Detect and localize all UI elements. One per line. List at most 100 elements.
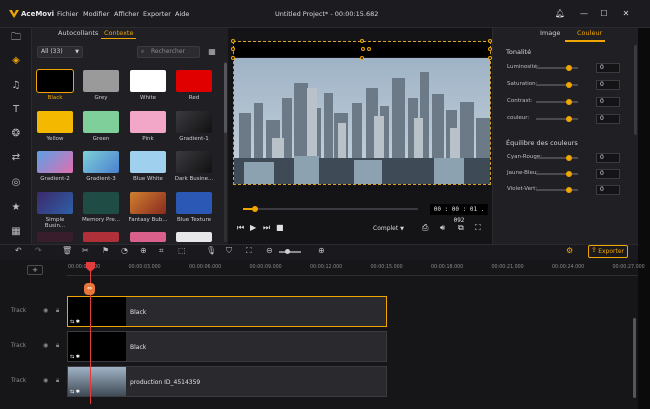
adjust-value-field[interactable]: 0	[596, 63, 620, 73]
menu-fichier[interactable]: Fichier	[57, 10, 78, 18]
background-tile[interactable]	[37, 111, 73, 133]
picture-in-picture-icon[interactable]: ⧉	[458, 223, 464, 233]
timeline-clip[interactable]: ⇆ ✱ Black	[67, 331, 387, 362]
playback-progress-track[interactable]	[243, 208, 418, 210]
category-filter-dropdown[interactable]: All (33) ▼	[37, 46, 83, 58]
volume-icon[interactable]: 🔊︎	[440, 223, 445, 233]
zoom-slider-track[interactable]	[279, 251, 301, 253]
background-tile-partial[interactable]	[37, 232, 73, 242]
freeze-icon[interactable]: ⬚	[178, 246, 186, 255]
microphone-icon[interactable]: 🎙︎	[206, 246, 216, 255]
effects-icon[interactable]: ◎	[6, 174, 26, 192]
background-tile[interactable]	[176, 151, 212, 173]
background-tile[interactable]	[37, 192, 73, 214]
marker-icon[interactable]: ⚑	[102, 246, 109, 255]
timeline-scrollbar[interactable]	[633, 318, 636, 398]
crop-handle-center-a[interactable]	[361, 47, 365, 51]
crop-selection-box[interactable]	[233, 41, 491, 185]
layers-icon[interactable]: ◈	[6, 52, 26, 70]
notification-bell-icon[interactable]: 🔔︎	[554, 8, 566, 20]
crop-icon[interactable]: ⌗	[159, 246, 164, 256]
redo-icon[interactable]: ↷	[35, 246, 42, 255]
background-tile[interactable]	[36, 69, 74, 93]
maximize-button[interactable]: ☐	[598, 8, 610, 20]
shield-icon[interactable]: ⛉	[226, 246, 232, 256]
search-input[interactable]: ⌕ Rechercher	[137, 46, 200, 58]
adjust-value-field[interactable]: 0	[596, 114, 620, 124]
zoom-in-icon[interactable]: ⊕	[318, 246, 325, 255]
filters-icon[interactable]: ❂	[6, 125, 26, 143]
adjust-value-field[interactable]: 0	[596, 169, 620, 179]
crop-handle-bottom[interactable]	[360, 56, 364, 60]
track-visibility-icon[interactable]: ◉	[43, 342, 48, 349]
menu-afficher[interactable]: Afficher	[114, 10, 139, 18]
split-icon[interactable]: ✂	[82, 246, 89, 255]
adjust-slider-knob[interactable]	[566, 82, 572, 88]
crop-handle-left[interactable]	[231, 47, 235, 51]
delete-icon[interactable]: 🗑︎	[62, 246, 72, 255]
adjust-slider-knob[interactable]	[566, 65, 572, 71]
fullscreen-icon[interactable]: ⛶	[475, 223, 481, 233]
zoom-out-icon[interactable]: ⊖	[266, 246, 273, 255]
background-tile[interactable]	[83, 70, 119, 92]
background-tile[interactable]	[83, 192, 119, 214]
zoom-fit-icon[interactable]: ⛶	[246, 246, 252, 256]
background-tile[interactable]	[83, 151, 119, 173]
preview-quality-dropdown[interactable]: Complet ▼	[373, 223, 413, 235]
background-tile[interactable]	[176, 192, 212, 214]
stop-icon[interactable]: ■	[276, 223, 284, 232]
next-frame-icon[interactable]: ⏭	[263, 223, 270, 233]
split-screen-icon[interactable]: ▦	[6, 223, 26, 241]
adjust-slider-knob[interactable]	[566, 187, 572, 193]
timeline-settings-icon[interactable]: ⚙	[566, 246, 573, 255]
media-folder-icon[interactable]: 🗀	[6, 29, 26, 47]
snapshot-icon[interactable]: ⎙	[422, 223, 428, 233]
menu-modifier[interactable]: Modifier	[83, 10, 109, 18]
track-lock-icon[interactable]: 🔒︎	[56, 377, 59, 385]
adjust-slider-knob[interactable]	[566, 171, 572, 177]
background-tile[interactable]	[176, 70, 212, 92]
grid-view-icon[interactable]: ▦	[206, 46, 218, 58]
background-tile[interactable]	[130, 151, 166, 173]
add-track-button[interactable]: +	[27, 265, 43, 275]
text-icon[interactable]: T	[6, 101, 26, 119]
tab-autocollants[interactable]: Autocollants	[58, 28, 98, 42]
undo-icon[interactable]: ↶	[15, 246, 22, 255]
elements-icon[interactable]: ★	[6, 199, 26, 217]
adjust-slider-knob[interactable]	[566, 155, 572, 161]
background-tile[interactable]	[130, 70, 166, 92]
menu-exporter[interactable]: Exporter	[143, 10, 171, 18]
close-button[interactable]: ✕	[620, 8, 632, 20]
properties-scrollbar[interactable]	[634, 45, 637, 135]
timeline-clip[interactable]: ⇆ ✱ production ID_4514359	[67, 366, 387, 397]
menu-aide[interactable]: Aide	[175, 10, 189, 18]
speed-icon[interactable]: ◔	[121, 246, 128, 255]
playback-progress-knob[interactable]	[252, 206, 258, 212]
zoom-slider-knob[interactable]	[285, 249, 290, 254]
crop-handle-top[interactable]	[360, 39, 364, 43]
background-tile[interactable]	[83, 111, 119, 133]
adjust-slider-knob[interactable]	[566, 116, 572, 122]
library-scrollbar-thumb[interactable]	[224, 63, 227, 133]
background-tile[interactable]	[176, 111, 212, 133]
timeline-clip[interactable]: ⇆ ✱ Black	[67, 296, 387, 327]
adjust-slider-knob[interactable]	[566, 99, 572, 105]
track-visibility-icon[interactable]: ◉	[43, 377, 48, 384]
previous-frame-icon[interactable]: ⏮	[237, 223, 244, 233]
tab-couleur[interactable]: Couleur	[577, 29, 602, 37]
track-visibility-icon[interactable]: ◉	[43, 307, 48, 314]
audio-waveform-icon[interactable]: ♫	[6, 77, 26, 95]
playhead-marker-icon[interactable]: ⇔	[84, 283, 95, 295]
transitions-icon[interactable]: ⇄	[6, 149, 26, 167]
play-icon[interactable]: ▶	[250, 223, 256, 232]
background-tile-partial[interactable]	[176, 232, 212, 242]
background-tile-partial[interactable]	[83, 232, 119, 242]
track-lock-icon[interactable]: 🔒︎	[56, 342, 59, 350]
adjust-value-field[interactable]: 0	[596, 185, 620, 195]
minimize-button[interactable]: —	[578, 8, 590, 20]
crop-handle-center-b[interactable]	[367, 47, 371, 51]
background-tile-partial[interactable]	[130, 232, 166, 242]
background-tile[interactable]	[37, 151, 73, 173]
crop-handle-bottom-left[interactable]	[231, 56, 235, 60]
adjust-value-field[interactable]: 0	[596, 97, 620, 107]
